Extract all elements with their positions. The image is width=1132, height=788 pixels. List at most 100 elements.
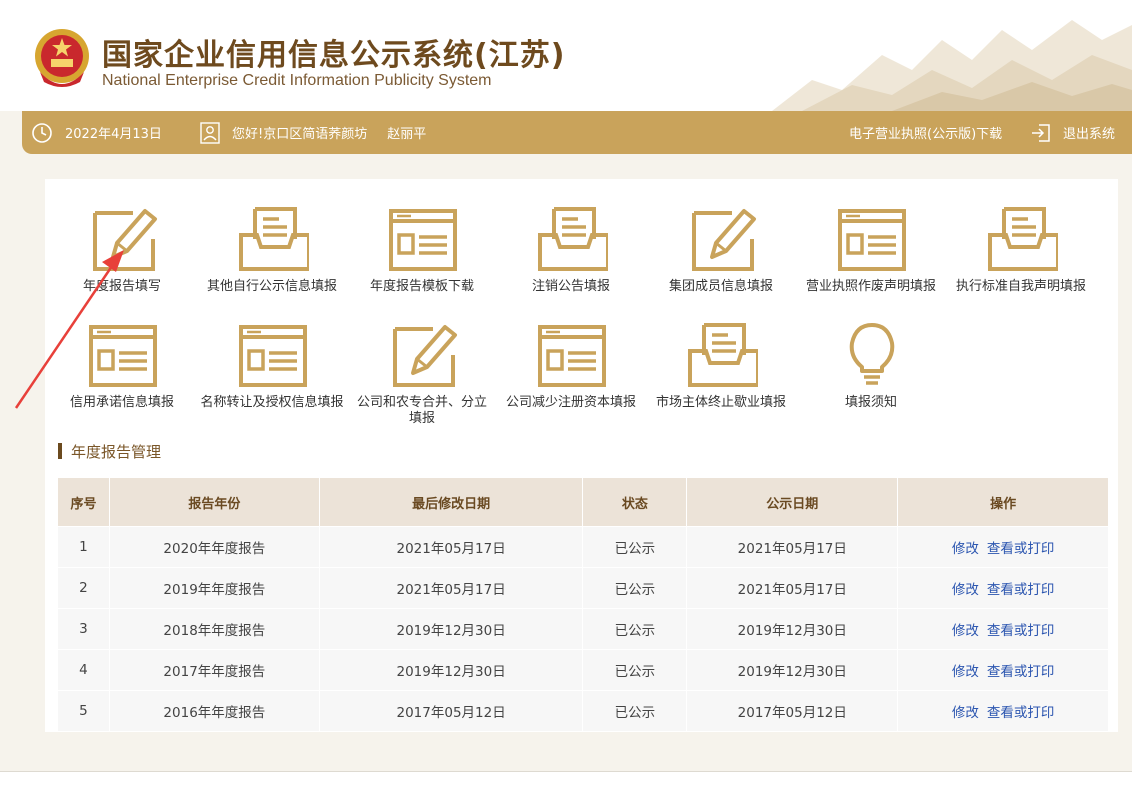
footer: [0, 772, 1132, 788]
tray-doc-icon: [538, 207, 608, 271]
cell-status: 已公示: [582, 608, 688, 650]
template-icon: [838, 209, 906, 271]
logout-icon: [1032, 123, 1050, 142]
tile-label: 年度报告填写: [82, 279, 161, 294]
cell-status: 已公示: [582, 567, 688, 609]
greeting-text: 您好!京口区简语荞颜坊: [232, 127, 368, 142]
tile-annual-report-fill[interactable]: 年度报告填写: [47, 205, 197, 315]
template-icon: [89, 325, 157, 387]
cell-last-modified: 2019年12月30日: [318, 608, 584, 650]
page-subtitle: National Enterprise Credit Information P…: [102, 72, 492, 89]
column-header: 序号: [57, 477, 110, 527]
logout-button[interactable]: 退出系统: [1031, 111, 1115, 154]
table-row: 1 2020年年度报告 2021年05月17日 已公示 2021年05月17日 …: [57, 526, 1109, 568]
tile-label: 信用承诺信息填报: [69, 395, 174, 410]
top-bar: 2022年4月13日 您好!京口区简语荞颜坊 赵丽平 电子营业执照(公示版)下载…: [22, 111, 1132, 154]
tile-deregistration-notice[interactable]: 注销公告填报: [496, 205, 646, 315]
cell-publish-date: 2019年12月30日: [686, 649, 899, 691]
section-title-text: 年度报告管理: [71, 442, 162, 461]
section-marker: [58, 443, 62, 459]
tile-filing-instructions[interactable]: 填报须知: [796, 321, 946, 431]
tile-name-transfer-authorization[interactable]: 名称转让及授权信息填报: [197, 321, 347, 431]
template-icon: [239, 325, 307, 387]
page-title: 国家企业信用信息公示系统(江苏): [102, 38, 566, 73]
column-header: 状态: [582, 477, 688, 527]
clock-icon: [32, 122, 52, 143]
cell-status: 已公示: [582, 690, 688, 732]
mountain-landscape-decoration: [772, 20, 1132, 111]
cell-status: 已公示: [582, 649, 688, 691]
column-header: 操作: [897, 477, 1109, 527]
national-emblem-icon: [35, 29, 89, 87]
tile-credit-commitment[interactable]: 信用承诺信息填报: [47, 321, 197, 431]
edit-link[interactable]: 修改: [952, 664, 979, 680]
cell-report-year: 2017年年度报告: [108, 649, 320, 691]
tile-label: 公司减少注册资本填报: [505, 395, 636, 410]
user-name: 赵丽平: [387, 127, 427, 142]
edit-link[interactable]: 修改: [952, 582, 979, 598]
logout-label: 退出系统: [1063, 127, 1116, 142]
view-print-link[interactable]: 查看或打印: [987, 664, 1055, 680]
table-row: 2 2019年年度报告 2021年05月17日 已公示 2021年05月17日 …: [57, 567, 1109, 609]
annual-report-table: 序号 报告年份 最后修改日期 状态 公示日期 操作 1 2020年年度报告 20…: [57, 477, 1109, 732]
table-header-row: 序号 报告年份 最后修改日期 状态 公示日期 操作: [57, 477, 1109, 527]
license-download-link[interactable]: 电子营业执照(公示版)下载: [849, 111, 1002, 154]
cell-index: 3: [57, 608, 110, 650]
tile-report-template-download[interactable]: 年度报告模板下载: [347, 205, 497, 315]
pencil-form-icon: [692, 209, 756, 271]
tile-label: 年度报告模板下载: [369, 279, 474, 294]
section-title-annual-report: 年度报告管理: [58, 441, 161, 461]
tray-doc-icon: [688, 323, 758, 387]
tile-label: 填报须知: [844, 395, 897, 410]
template-icon: [389, 209, 457, 271]
user-icon: [200, 121, 220, 144]
tile-capital-reduction[interactable]: 公司减少注册资本填报: [496, 321, 646, 431]
cell-last-modified: 2021年05月17日: [318, 526, 584, 568]
column-header: 公示日期: [686, 477, 899, 527]
tile-standard-self-declaration[interactable]: 执行标准自我声明填报: [946, 205, 1096, 315]
tile-label: 集团成员信息填报: [668, 279, 773, 294]
cell-report-year: 2020年年度报告: [108, 526, 320, 568]
user-info: 您好!京口区简语荞颜坊 赵丽平: [200, 111, 426, 154]
cell-actions: 修改 查看或打印: [897, 649, 1109, 691]
cell-index: 2: [57, 567, 110, 609]
tile-label: 公司和农专合并、分立填报: [356, 395, 487, 426]
cell-index: 5: [57, 690, 110, 732]
view-print-link[interactable]: 查看或打印: [987, 705, 1055, 721]
header: 国家企业信用信息公示系统(江苏) National Enterprise Cre…: [0, 0, 1132, 111]
table-row: 5 2016年年度报告 2017年05月12日 已公示 2017年05月12日 …: [57, 690, 1109, 732]
edit-link[interactable]: 修改: [952, 705, 979, 721]
tile-label: 营业执照作废声明填报: [805, 279, 936, 294]
tile-label: 注销公告填报: [531, 279, 610, 294]
cell-actions: 修改 查看或打印: [897, 608, 1109, 650]
tile-other-self-disclosure[interactable]: 其他自行公示信息填报: [197, 205, 347, 315]
view-print-link[interactable]: 查看或打印: [987, 623, 1055, 639]
pencil-form-icon: [393, 325, 457, 387]
template-icon: [538, 325, 606, 387]
tile-label: 执行标准自我声明填报: [955, 279, 1086, 294]
cell-last-modified: 2017年05月12日: [318, 690, 584, 732]
view-print-link[interactable]: 查看或打印: [987, 541, 1055, 557]
date-text: 2022年4月13日: [65, 127, 162, 142]
cell-status: 已公示: [582, 526, 688, 568]
tray-doc-icon: [988, 207, 1058, 271]
pencil-form-icon: [93, 209, 157, 271]
cell-last-modified: 2021年05月17日: [318, 567, 584, 609]
tile-merger-split[interactable]: 公司和农专合并、分立填报: [347, 321, 497, 431]
cell-report-year: 2016年年度报告: [108, 690, 320, 732]
cell-actions: 修改 查看或打印: [897, 526, 1109, 568]
view-print-link[interactable]: 查看或打印: [987, 582, 1055, 598]
edit-link[interactable]: 修改: [952, 623, 979, 639]
cell-index: 4: [57, 649, 110, 691]
cell-publish-date: 2021年05月17日: [686, 526, 899, 568]
tile-group-member-info[interactable]: 集团成员信息填报: [646, 205, 796, 315]
cell-report-year: 2019年年度报告: [108, 567, 320, 609]
tile-license-void-statement[interactable]: 营业执照作废声明填报: [796, 205, 946, 315]
cell-publish-date: 2017年05月12日: [686, 690, 899, 732]
table-row: 4 2017年年度报告 2019年12月30日 已公示 2019年12月30日 …: [57, 649, 1109, 691]
cell-actions: 修改 查看或打印: [897, 567, 1109, 609]
cell-report-year: 2018年年度报告: [108, 608, 320, 650]
tile-label: 市场主体终止歇业填报: [655, 395, 786, 410]
edit-link[interactable]: 修改: [952, 541, 979, 557]
tile-business-termination[interactable]: 市场主体终止歇业填报: [646, 321, 796, 431]
